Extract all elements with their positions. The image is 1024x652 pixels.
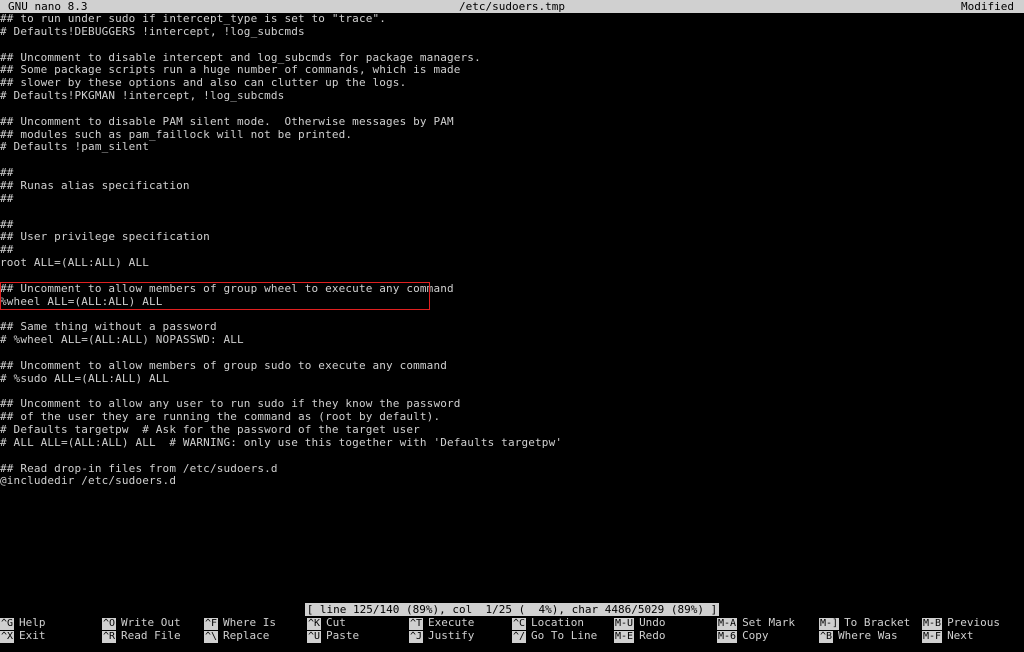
editor-line[interactable]: # Defaults!PKGMAN !intercept, !log_subcm…: [0, 89, 1024, 103]
shortcut-label: Where Was: [838, 629, 898, 642]
shortcut-location[interactable]: ^C Location: [512, 616, 585, 630]
shortcut-write-out[interactable]: ^O Write Out: [102, 616, 181, 630]
shortcut-label: Exit: [19, 629, 46, 642]
shortcut-previous[interactable]: M-B Previous: [922, 616, 1001, 630]
modified-indicator: Modified: [961, 0, 1014, 13]
editor-line[interactable]: ##: [0, 243, 1024, 257]
shortcut-key: ^U: [307, 631, 322, 643]
editor-line[interactable]: ## Uncomment to disable PAM silent mode.…: [0, 115, 1024, 129]
editor-line[interactable]: [0, 347, 1024, 360]
shortcut-bar-bottom: ^X Exit ^R Read File ^\ Replace ^U Paste ^J J…: [0, 629, 1024, 643]
shortcut-label: Read File: [121, 629, 181, 642]
shortcut-execute[interactable]: ^T Execute: [409, 616, 475, 630]
shortcut-label: Undo: [639, 616, 666, 629]
shortcut-key: M-E: [614, 631, 635, 643]
shortcut-justify[interactable]: ^J Justify: [409, 629, 475, 643]
editor-line[interactable]: [0, 154, 1024, 167]
shortcut-redo[interactable]: M-E Redo: [614, 629, 666, 643]
shortcut-label: Cut: [326, 616, 346, 629]
shortcut-label: Copy: [742, 629, 769, 642]
shortcut-to-bracket[interactable]: M-] To Bracket: [819, 616, 911, 630]
shortcut-label: Next: [947, 629, 974, 642]
shortcut-cut[interactable]: ^K Cut: [307, 616, 346, 630]
editor-line[interactable]: [0, 206, 1024, 219]
shortcut-label: Write Out: [121, 616, 181, 629]
status-bar: [ line 125/140 (89%), col 1/25 ( 4%), ch…: [0, 603, 1024, 616]
shortcut-key: ^\: [204, 631, 219, 643]
shortcut-set-mark[interactable]: M-A Set Mark: [717, 616, 796, 630]
shortcut-paste[interactable]: ^U Paste: [307, 629, 360, 643]
editor-line[interactable]: root ALL=(ALL:ALL) ALL: [0, 256, 1024, 270]
shortcut-help[interactable]: ^G Help: [0, 616, 46, 630]
editor-line[interactable]: @includedir /etc/sudoers.d: [0, 475, 1024, 488]
shortcut-label: Location: [531, 616, 585, 629]
editor-line[interactable]: ## Uncomment to allow members of group s…: [0, 359, 1024, 373]
shortcut-go-to-line[interactable]: ^/ Go To Line: [512, 629, 598, 643]
shortcut-label: Redo: [639, 629, 666, 642]
shortcut-label: Paste: [326, 629, 360, 642]
shortcut-where-is[interactable]: ^F Where Is: [204, 616, 277, 630]
shortcut-label: Previous: [947, 616, 1001, 629]
shortcut-exit[interactable]: ^X Exit: [0, 629, 46, 643]
editor-line[interactable]: # %sudo ALL=(ALL:ALL) ALL: [0, 372, 1024, 386]
shortcut-read-file[interactable]: ^R Read File: [102, 629, 181, 643]
editor-line[interactable]: ## User privilege specification: [0, 230, 1024, 244]
shortcut-label: Go To Line: [531, 629, 598, 642]
cursor-position-status: [ line 125/140 (89%), col 1/25 ( 4%), ch…: [304, 603, 720, 616]
shortcut-key: M-6: [717, 631, 738, 643]
file-name: /etc/sudoers.tmp: [459, 0, 565, 13]
app-version: GNU nano 8.3: [8, 0, 88, 13]
shortcut-undo[interactable]: M-U Undo: [614, 616, 666, 630]
shortcut-key: ^J: [409, 631, 424, 643]
editor-line[interactable]: # Defaults!DEBUGGERS !intercept, !log_su…: [0, 25, 1024, 39]
shortcut-label: Help: [19, 616, 46, 629]
editor-line[interactable]: # Defaults targetpw # Ask for the passwo…: [0, 423, 1024, 437]
shortcut-key: ^/: [512, 631, 527, 643]
shortcut-copy[interactable]: M-6 Copy: [717, 629, 769, 643]
shortcut-label: Where Is: [223, 616, 277, 629]
shortcut-next[interactable]: M-F Next: [922, 629, 974, 643]
shortcut-where-was[interactable]: ^B Where Was: [819, 629, 898, 643]
shortcut-label: Set Mark: [742, 616, 796, 629]
editor-line[interactable]: # %wheel ALL=(ALL:ALL) NOPASSWD: ALL: [0, 333, 1024, 347]
title-bar: /etc/sudoers.tmp GNU nano 8.3 Modified: [0, 0, 1024, 13]
shortcut-key: ^B: [819, 631, 834, 643]
editor-line[interactable]: ## to run under sudo if intercept_type i…: [0, 13, 1024, 26]
editor-line[interactable]: [0, 270, 1024, 283]
editor-line[interactable]: [0, 450, 1024, 463]
editor-line[interactable]: # Defaults !pam_silent: [0, 141, 1024, 154]
shortcut-label: Replace: [223, 629, 270, 642]
shortcut-label: Justify: [428, 629, 475, 642]
editor-line[interactable]: # ALL ALL=(ALL:ALL) ALL # WARNING: only …: [0, 436, 1024, 450]
shortcut-key: ^X: [0, 631, 15, 643]
highlight-annotation-box: [0, 282, 430, 310]
editor-line[interactable]: ## Runas alias specification: [0, 179, 1024, 193]
shortcut-replace[interactable]: ^\ Replace: [204, 629, 270, 643]
shortcut-label: To Bracket: [844, 616, 911, 629]
editor-line[interactable]: ## modules such as pam_faillock will not…: [0, 128, 1024, 142]
editor-line[interactable]: [0, 39, 1024, 52]
shortcut-bar-top: ^G Help ^O Write Out ^F Where Is ^K Cut ^T Ex…: [0, 616, 1024, 630]
shortcut-key: M-F: [922, 631, 943, 643]
shortcut-key: ^R: [102, 631, 117, 643]
editor-line[interactable]: [0, 103, 1024, 116]
editor-line[interactable]: ##: [0, 192, 1024, 206]
shortcut-label: Execute: [428, 616, 475, 629]
